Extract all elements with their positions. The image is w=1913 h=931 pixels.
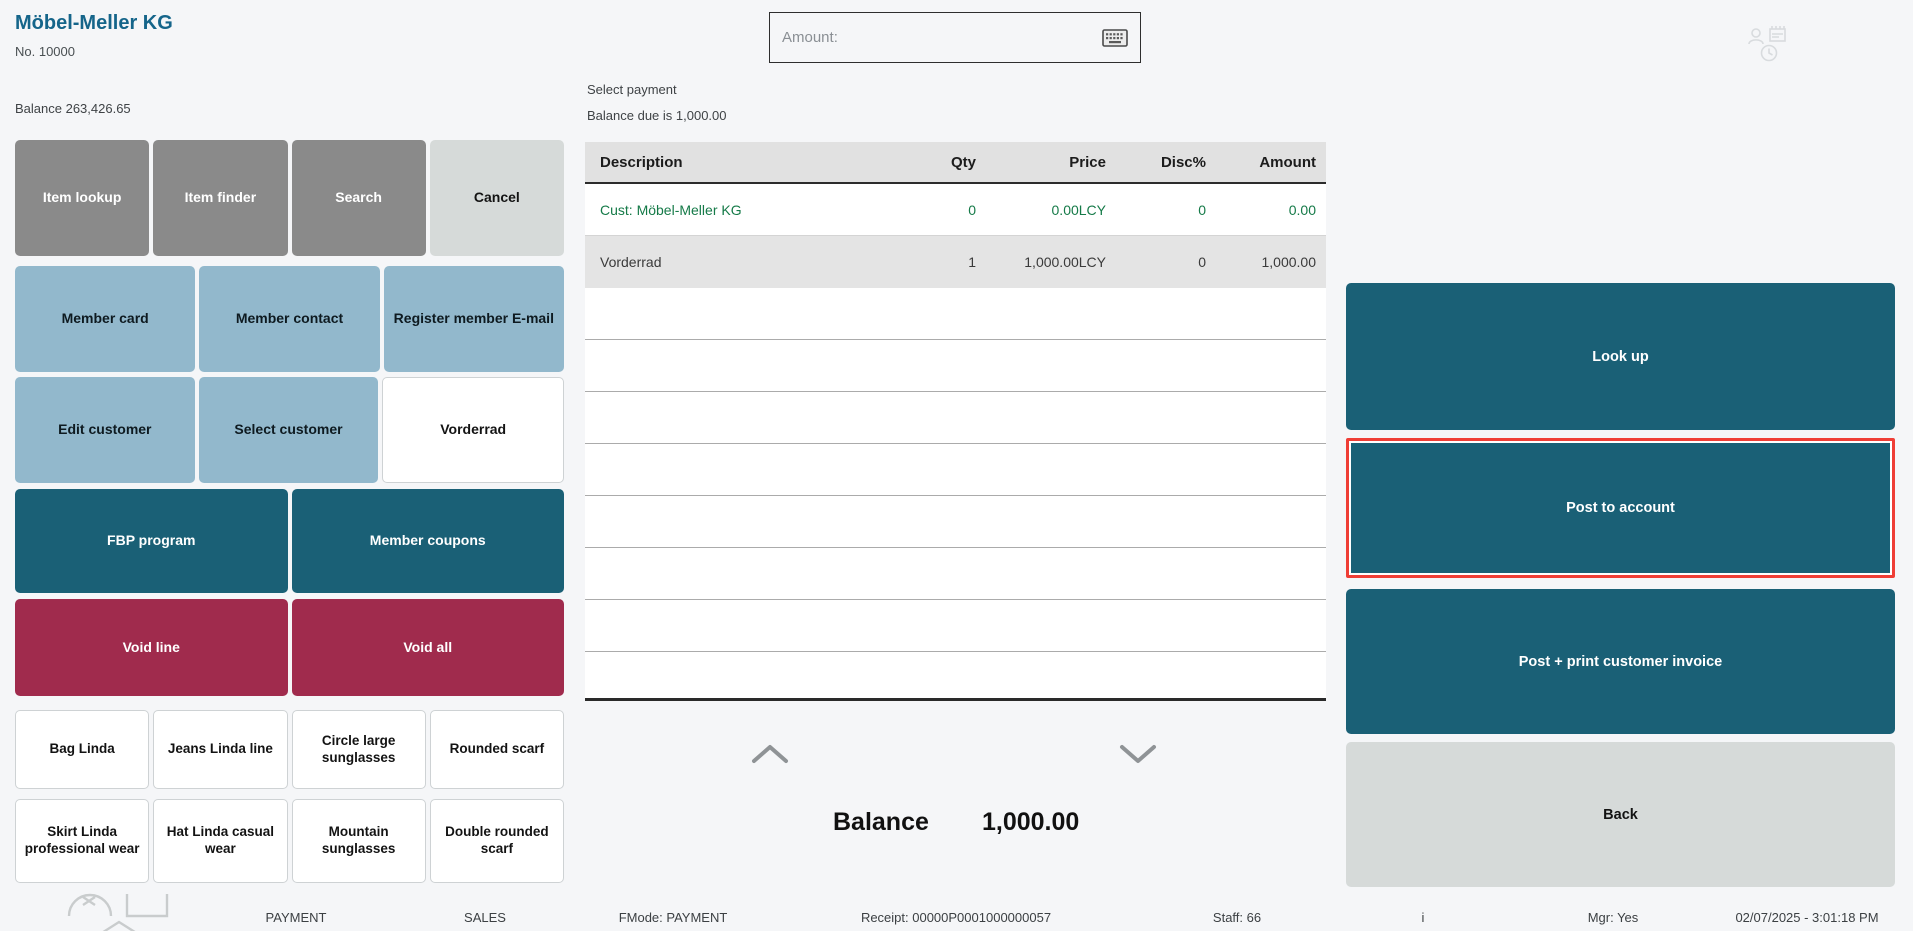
- edit-customer-button[interactable]: Edit customer: [15, 377, 195, 483]
- cell-price: 1,000.00LCY: [1024, 254, 1106, 270]
- customer-name: Möbel-Meller KG: [15, 12, 173, 34]
- select-payment-label: Select payment: [587, 82, 677, 97]
- balance-total-label: Balance: [833, 808, 929, 836]
- center-panel: Select payment Balance due is 1,000.00 D…: [585, 0, 1326, 931]
- pos-payment-screen: { "header": { "customer_name": "Möbel-Me…: [0, 0, 1913, 931]
- cell-amount: 0.00: [1288, 201, 1316, 218]
- register-member-email-button[interactable]: Register member E-mail: [383, 266, 564, 372]
- column-header-description: Description: [600, 153, 683, 171]
- column-header-qty: Qty: [950, 153, 976, 171]
- cell-qty: 1: [968, 254, 976, 270]
- table-empty-row: [585, 340, 1326, 392]
- scroll-down-button[interactable]: [1112, 738, 1164, 772]
- keyboard-icon[interactable]: [1102, 28, 1128, 47]
- table-header-row: Description Qty Price Disc% Amount: [585, 142, 1326, 184]
- balance-due-label: Balance due is 1,000.00: [587, 108, 727, 123]
- search-button[interactable]: Search: [291, 140, 426, 256]
- item-skirt-linda-button[interactable]: Skirt Linda professional wear: [15, 799, 150, 883]
- status-bar: PAYMENT SALES FMode: PAYMENT Receipt: 00…: [0, 903, 1913, 931]
- table-empty-row: [585, 288, 1326, 340]
- status-payment-mode: PAYMENT: [265, 910, 327, 925]
- table-empty-row: [585, 548, 1326, 600]
- item-double-rounded-scarf-button[interactable]: Double rounded scarf: [429, 799, 564, 883]
- member-contact-button[interactable]: Member contact: [199, 266, 380, 372]
- table-empty-row: [585, 444, 1326, 496]
- decorative-shapes-icon: [67, 893, 169, 931]
- cell-description: Cust: Möbel-Meller KG: [600, 201, 742, 218]
- cell-description: Vorderrad: [600, 254, 662, 270]
- look-up-button[interactable]: Look up: [1346, 283, 1895, 430]
- item-finder-button[interactable]: Item finder: [153, 140, 288, 256]
- status-info-indicator: i: [1421, 910, 1425, 925]
- void-line-button[interactable]: Void line: [15, 599, 288, 696]
- item-circle-large-sunglasses-button[interactable]: Circle large sunglasses: [291, 710, 426, 789]
- amount-input[interactable]: [782, 29, 1094, 46]
- cell-disc: 0: [1198, 201, 1206, 218]
- table-empty-row: [585, 392, 1326, 444]
- cell-amount: 1,000.00: [1261, 254, 1317, 270]
- cell-price: 0.00LCY: [1051, 201, 1106, 218]
- item-bag-linda-button[interactable]: Bag Linda: [15, 710, 150, 789]
- back-button[interactable]: Back: [1346, 742, 1895, 887]
- table-row-item-selected[interactable]: Vorderrad 1 1,000.00LCY 0 1,000.00: [585, 236, 1326, 288]
- item-lookup-button[interactable]: Item lookup: [15, 140, 150, 256]
- table-row-customer[interactable]: Cust: Möbel-Meller KG 0 0.00LCY 0 0.00: [585, 184, 1326, 236]
- cancel-button[interactable]: Cancel: [429, 140, 564, 256]
- status-sales-mode: SALES: [464, 910, 506, 925]
- member-card-button[interactable]: Member card: [15, 266, 196, 372]
- person-schedule-clock-icon: [1748, 26, 1786, 62]
- item-jeans-linda-line-button[interactable]: Jeans Linda line: [153, 710, 288, 789]
- status-receipt-no: Receipt: 00000P0001000000057: [860, 910, 1052, 925]
- post-print-invoice-button[interactable]: Post + print customer invoice: [1346, 589, 1895, 734]
- receipt-journal-table: Description Qty Price Disc% Amount Cust:…: [585, 142, 1326, 701]
- column-header-amount: Amount: [1259, 153, 1316, 171]
- chevron-up-icon: [752, 744, 788, 763]
- balance-total-value: 1,000.00: [982, 808, 1080, 836]
- table-empty-row: [585, 652, 1326, 698]
- table-empty-row: [585, 496, 1326, 548]
- customer-balance: Balance 263,426.65: [15, 101, 131, 116]
- left-panel: Möbel-Meller KG No. 10000 Balance 263,42…: [15, 0, 565, 883]
- table-empty-row: [585, 600, 1326, 652]
- customer-number: No. 10000: [15, 44, 75, 59]
- status-fmode: FMode: PAYMENT: [618, 910, 728, 925]
- post-to-account-button[interactable]: Post to account: [1346, 438, 1895, 578]
- amount-field-container: [769, 12, 1141, 63]
- scroll-up-button[interactable]: [744, 738, 796, 772]
- vorderrad-button[interactable]: Vorderrad: [382, 377, 565, 483]
- column-header-disc: Disc%: [1160, 153, 1206, 171]
- chevron-down-icon: [1120, 744, 1156, 763]
- status-manager-flag: Mgr: Yes: [1587, 910, 1639, 925]
- function-button-grid: Item lookup Item finder Search Cancel Me…: [15, 140, 565, 883]
- column-header-price: Price: [1069, 153, 1106, 171]
- select-customer-button[interactable]: Select customer: [198, 377, 379, 483]
- cell-qty: 0: [968, 201, 976, 218]
- member-coupons-button[interactable]: Member coupons: [291, 489, 564, 593]
- item-hat-linda-button[interactable]: Hat Linda casual wear: [153, 799, 288, 883]
- fbp-program-button[interactable]: FBP program: [15, 489, 288, 593]
- status-datetime: 02/07/2025 - 3:01:18 PM: [1735, 910, 1879, 925]
- item-mountain-sunglasses-button[interactable]: Mountain sunglasses: [291, 799, 426, 883]
- cell-disc: 0: [1198, 254, 1206, 270]
- status-staff-id: Staff: 66: [1212, 910, 1262, 925]
- void-all-button[interactable]: Void all: [291, 599, 564, 696]
- item-rounded-scarf-button[interactable]: Rounded scarf: [429, 710, 564, 789]
- right-panel: Look up Post to account Post + print cus…: [1346, 283, 1895, 887]
